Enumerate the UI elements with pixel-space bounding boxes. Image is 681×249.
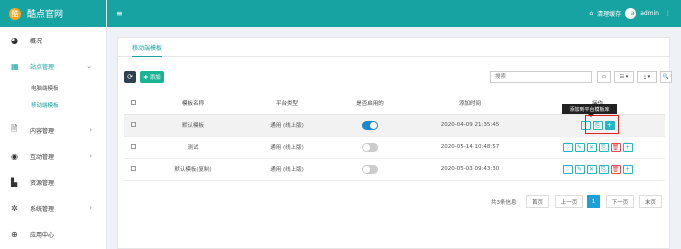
- row-actions: ♡ ✎ ✕ ⎘ 🗑 +: [562, 142, 633, 152]
- view-icon[interactable]: ♡: [562, 164, 573, 174]
- topbar-right: ⌂ 清理缓存 a admin ⋮: [585, 8, 671, 19]
- chevron-right-icon: ›: [89, 204, 92, 212]
- cell-time: 2020-05-03 09:43:30: [410, 158, 530, 181]
- columns-button[interactable]: ☷ ▾: [614, 71, 634, 83]
- cell-platform: 通用 (线上版): [244, 136, 330, 159]
- cell-time: 2020-05-14 10:48:57: [410, 136, 530, 159]
- first-page-button[interactable]: 首页: [526, 195, 549, 208]
- avatar[interactable]: a: [625, 8, 637, 19]
- gear-icon: ✲: [11, 203, 18, 213]
- search-input[interactable]: [490, 71, 592, 83]
- checkbox[interactable]: [130, 99, 136, 105]
- edit-icon[interactable]: ✎: [574, 164, 585, 174]
- next-page-button[interactable]: 下一页: [606, 195, 634, 208]
- pagination-info: 共3条信息: [491, 200, 517, 206]
- cell-name: 默认模板: [142, 114, 244, 137]
- main-panel: 移动端模板 ⟳ ✚ 添加 ▭ ☷ ▾ ⤓ ▾ 🔍 模板名称 平台类型 是否启用的…: [117, 37, 672, 249]
- chevron-down-icon: ⌄: [86, 62, 92, 70]
- sidebar-menu: ◕ 概况 ▦ 站点管理 ⌄ 电脑端模板 移动端模板 🗎 内容管理 › ◉ 互动管…: [0, 27, 106, 247]
- tab-bar: 移动端模板: [118, 38, 669, 57]
- table-row: 测试 通用 (线上版) 2020-05-14 10:48:57 ♡ ✎ ✕ ⎘ …: [124, 136, 665, 159]
- dashboard-icon: ◕: [11, 35, 18, 45]
- tab-mobile-template[interactable]: 移动端模板: [132, 43, 163, 57]
- globe-icon: ⊕: [11, 229, 18, 239]
- copy-icon[interactable]: ⎘: [598, 164, 609, 174]
- sidebar-item-content[interactable]: 🗎 内容管理 ›: [0, 117, 106, 143]
- toolbar: ⟳ ✚ 添加 ▭ ☷ ▾ ⤓ ▾ 🔍: [124, 71, 672, 83]
- header-time: 添加时间: [410, 93, 530, 115]
- sidebar-subitem-pc-template[interactable]: 电脑端模板: [0, 79, 106, 96]
- sidebar: 酷 酷点官网 ◕ 概况 ▦ 站点管理 ⌄ 电脑端模板 移动端模板 🗎 内容管理 …: [0, 0, 107, 249]
- app-title: 酷点官网: [27, 10, 64, 20]
- table-row: 默认模板(复制) 通用 (线上版) 2020-05-03 09:43:30 ♡ …: [124, 158, 665, 181]
- add-to-library-icon[interactable]: +: [622, 142, 633, 152]
- row-checkbox[interactable]: [130, 143, 136, 149]
- row-checkbox[interactable]: [130, 121, 136, 127]
- highlight-box: [585, 115, 619, 134]
- document-icon: ▙: [11, 177, 18, 187]
- header-name: 模板名称: [142, 93, 244, 115]
- search-button[interactable]: 🔍: [660, 71, 672, 83]
- export-button[interactable]: ⤓ ▾: [637, 71, 657, 83]
- header-enabled: 是否启用的: [330, 93, 410, 115]
- clear-cache-link[interactable]: 清理缓存: [597, 9, 621, 18]
- refresh-icon: ⟳: [127, 73, 133, 81]
- prev-page-button[interactable]: 上一页: [555, 195, 583, 208]
- enable-toggle[interactable]: [362, 142, 378, 152]
- delete-icon[interactable]: 🗑: [610, 142, 621, 152]
- sidebar-item-apps[interactable]: ⊕ 应用中心: [0, 221, 106, 247]
- sidebar-item-resources[interactable]: ▙ 资源管理: [0, 169, 106, 195]
- file-icon: 🗎: [11, 124, 18, 133]
- refresh-button[interactable]: ⟳: [124, 71, 136, 83]
- user-name[interactable]: admin: [640, 10, 659, 17]
- row-actions: ♡ ✎ ✕ ⎘ 🗑 +: [562, 164, 633, 174]
- copy-icon[interactable]: ⎘: [598, 142, 609, 152]
- add-button[interactable]: ✚ 添加: [140, 71, 164, 83]
- header-platform: 平台类型: [244, 93, 330, 115]
- cell-name: 测试: [142, 136, 244, 159]
- last-page-button[interactable]: 末页: [639, 195, 662, 208]
- header-checkbox[interactable]: [124, 93, 142, 115]
- cell-platform: 通用 (线上版): [244, 158, 330, 181]
- add-to-library-icon[interactable]: +: [622, 164, 633, 174]
- eye-icon: ◉: [11, 151, 18, 161]
- sidebar-item-overview[interactable]: ◕ 概况: [0, 27, 106, 53]
- topbar: ≡ ⌂ 清理缓存 a admin ⋮: [107, 0, 681, 27]
- more-icon[interactable]: ⋮: [665, 10, 671, 17]
- sidebar-item-system[interactable]: ✲ 系统管理 ›: [0, 195, 106, 221]
- view-icon[interactable]: ♡: [562, 142, 573, 152]
- grid-icon: ▦: [11, 61, 19, 71]
- delete-icon[interactable]: 🗑: [610, 164, 621, 174]
- cell-time: 2020-04-09 21:35:45: [410, 114, 530, 137]
- pagination: 共3条信息 首页 上一页 1 下一页 末页: [117, 195, 670, 209]
- bars-icon[interactable]: ≡: [116, 9, 123, 18]
- cell-platform: 通用 (线上版): [244, 114, 330, 137]
- page-button-current[interactable]: 1: [587, 195, 600, 208]
- close-icon[interactable]: ✕: [586, 142, 597, 152]
- app-logo[interactable]: 酷 酷点官网: [0, 0, 106, 27]
- tooltip: 添加到平台模板库: [562, 104, 617, 117]
- toggle-view-button[interactable]: ▭: [597, 71, 611, 83]
- chevron-right-icon: ›: [89, 152, 92, 160]
- home-icon: ⌂: [589, 10, 594, 17]
- sidebar-subitem-mobile-template[interactable]: 移动端模板: [0, 96, 106, 113]
- edit-icon[interactable]: ✎: [574, 142, 585, 152]
- sidebar-item-site[interactable]: ▦ 站点管理 ⌄: [0, 53, 106, 79]
- cell-name: 默认模板(复制): [142, 158, 244, 181]
- row-checkbox[interactable]: [130, 165, 136, 171]
- enable-toggle[interactable]: [362, 164, 378, 174]
- table-row: 默认模板 通用 (线上版) 2020-04-09 21:35:45 ♡ ⎘ +: [124, 114, 665, 137]
- close-icon[interactable]: ✕: [586, 164, 597, 174]
- logo-icon: 酷: [9, 7, 21, 20]
- chevron-right-icon: ›: [89, 126, 92, 134]
- enable-toggle[interactable]: [362, 120, 378, 130]
- sidebar-item-interaction[interactable]: ◉ 互动管理 ›: [0, 143, 106, 169]
